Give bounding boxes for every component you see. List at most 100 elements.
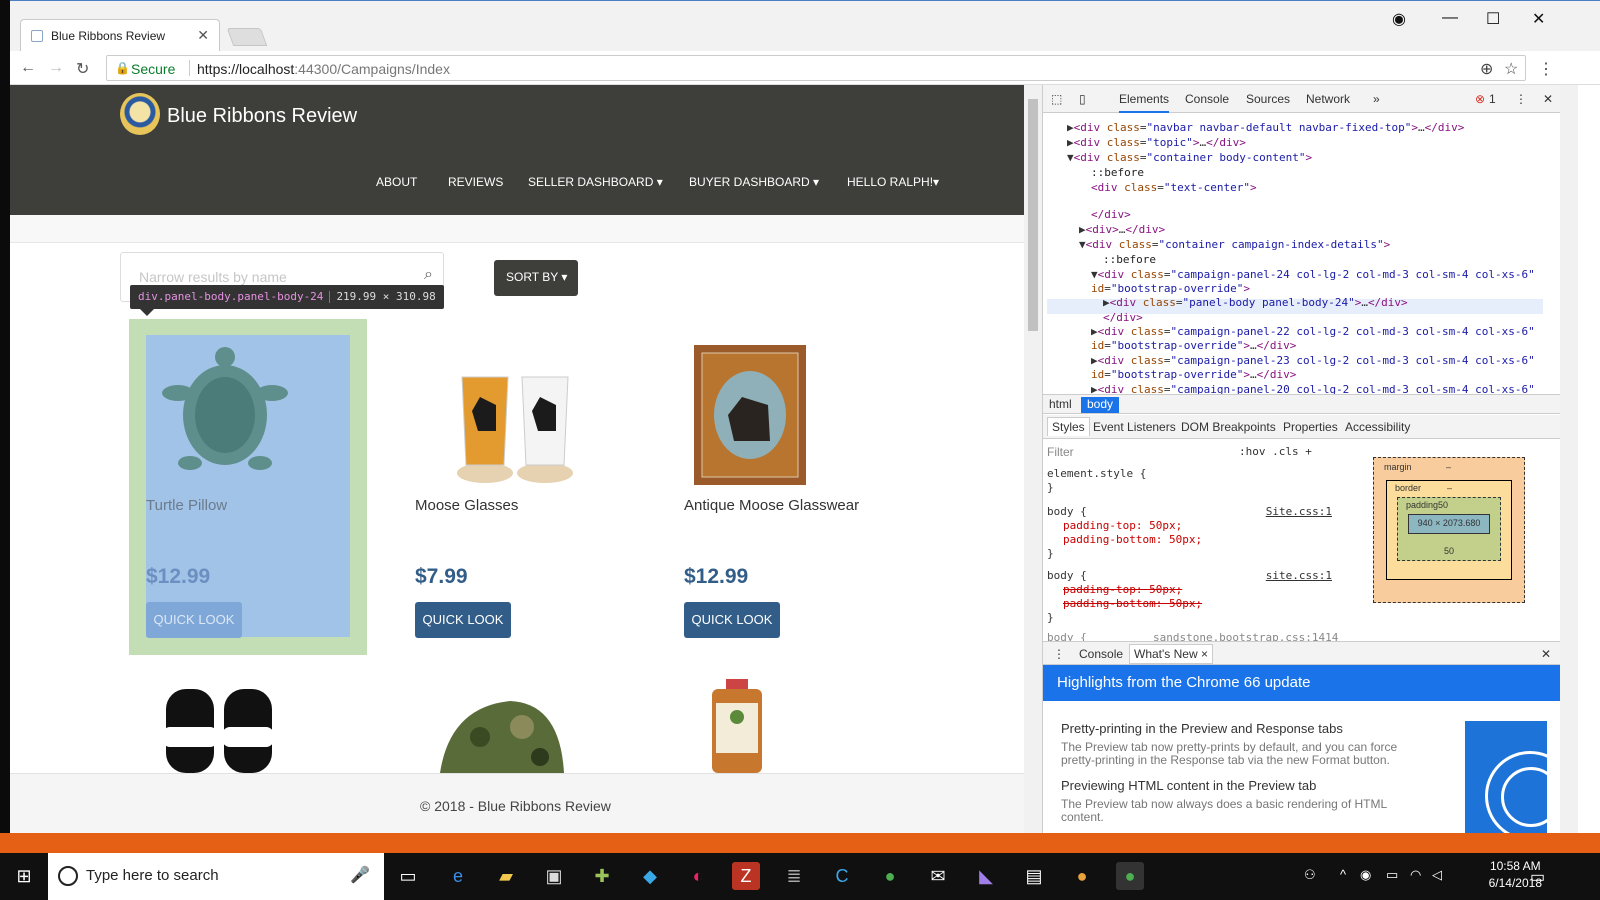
nav-hello-user[interactable]: HELLO RALPH!▾	[847, 175, 939, 189]
close-window-button[interactable]: ✕	[1532, 9, 1545, 29]
volume-icon[interactable]: ◁	[1432, 867, 1442, 883]
product-name[interactable]: Antique Moose Glasswear	[684, 497, 859, 514]
product-name[interactable]: Moose Glasses	[415, 497, 518, 514]
tab-styles[interactable]: Styles	[1047, 417, 1090, 436]
box-model-content[interactable]: 940 × 2073.680	[1408, 514, 1490, 534]
tab-network[interactable]: Network	[1306, 92, 1350, 106]
rule-property-overridden[interactable]: padding-top: 50px;	[1063, 583, 1182, 596]
tab-accessibility[interactable]: Accessibility	[1345, 420, 1410, 434]
dom-line[interactable]: </div>	[1091, 208, 1131, 221]
socks-image[interactable]	[160, 689, 280, 773]
battery-icon[interactable]: ▭	[1386, 867, 1398, 883]
people-icon[interactable]: ⚇	[1304, 867, 1316, 883]
breadcrumb-html[interactable]: html	[1043, 397, 1078, 411]
box-model-border-value[interactable]: –	[1447, 483, 1452, 493]
dom-line[interactable]: ▶<div class="navbar navbar-default navba…	[1067, 121, 1464, 134]
dom-line[interactable]: </div>	[1103, 311, 1143, 324]
camo-hat-image[interactable]	[430, 697, 570, 773]
address-bar[interactable]: 🔒 Secure https://localhost:44300/Campaig…	[106, 55, 1526, 81]
rule-element-style[interactable]: element.style {	[1047, 467, 1146, 480]
tab-elements[interactable]: Elements	[1119, 92, 1170, 113]
drawer-menu-icon[interactable]: ⋮	[1053, 647, 1065, 661]
dom-line[interactable]: <div class="text-center">	[1091, 181, 1257, 194]
nav-reviews[interactable]: REVIEWS	[448, 175, 503, 189]
show-hidden-icons[interactable]: ^	[1340, 867, 1346, 882]
dom-line[interactable]: ▶<div>…</div>	[1079, 223, 1165, 236]
notifications-icon[interactable]: ▭	[1530, 867, 1545, 887]
news-title[interactable]: Previewing HTML content in the Preview t…	[1061, 778, 1316, 793]
breadcrumb-body[interactable]: body	[1081, 397, 1120, 413]
quick-look-button[interactable]: QUICK LOOK	[415, 602, 511, 638]
dom-line[interactable]: ▶<div class="panel-body panel-body-24">……	[1103, 296, 1408, 309]
close-devtools-icon[interactable]: ✕	[1543, 92, 1553, 106]
dom-line[interactable]: ::before	[1091, 166, 1144, 179]
devtools-scrollbar[interactable]	[1560, 85, 1578, 835]
coconut-oil-image[interactable]	[708, 679, 766, 773]
profile-icon[interactable]: ◉	[1392, 9, 1406, 29]
ccleaner-icon[interactable]: C	[828, 862, 856, 890]
rule-property-overridden[interactable]: padding-bottom: 50px;	[1063, 597, 1202, 610]
close-drawer-icon[interactable]: ✕	[1541, 647, 1551, 661]
dom-line[interactable]: ▼<div class="container campaign-index-de…	[1079, 238, 1390, 251]
tray-app-icon[interactable]: ◉	[1360, 867, 1371, 883]
new-tab-button[interactable]	[226, 28, 268, 46]
start-icon[interactable]: ⊞	[10, 862, 38, 890]
microphone-icon[interactable]: 🎤	[350, 865, 370, 885]
box-model-padding-bottom[interactable]: 50	[1444, 546, 1454, 556]
dom-line[interactable]: ▼<div class="campaign-panel-24 col-lg-2 …	[1091, 268, 1535, 281]
chrome-canary-icon[interactable]: ●	[1068, 862, 1096, 890]
rule-selector[interactable]: body {	[1047, 569, 1087, 582]
tab-properties[interactable]: Properties	[1283, 420, 1338, 434]
wifi-icon[interactable]: ◠	[1410, 867, 1421, 883]
minimize-button[interactable]: —	[1442, 9, 1458, 27]
bookmark-star-icon[interactable]: ☆	[1504, 59, 1518, 79]
rule-property[interactable]: padding-bottom: 50px;	[1063, 533, 1202, 546]
forward-icon[interactable]: →	[48, 59, 64, 77]
nav-buyer-dashboard[interactable]: BUYER DASHBOARD ▾	[689, 175, 819, 189]
maximize-button[interactable]: ☐	[1486, 9, 1500, 29]
dom-line[interactable]: id="bootstrap-override">…</div>	[1091, 368, 1296, 381]
moose-glasses-image[interactable]	[450, 371, 580, 485]
back-icon[interactable]: ←	[20, 59, 36, 77]
error-icon[interactable]: ⊗	[1475, 92, 1485, 106]
brand-logo-icon[interactable]	[120, 93, 160, 135]
quick-look-button[interactable]: QUICK LOOK	[146, 602, 242, 638]
sort-by-button[interactable]: SORT BY ▾	[494, 260, 578, 296]
moose-glass-image[interactable]	[694, 345, 806, 485]
menu-icon[interactable]: ⋮	[1538, 59, 1554, 79]
chrome-active-icon[interactable]: ●	[1116, 862, 1144, 890]
visual-studio-icon[interactable]: ◣	[972, 862, 1000, 890]
tools-icon[interactable]: ✚	[588, 862, 616, 890]
dom-tree[interactable]: ▶<div class="navbar navbar-default navba…	[1043, 113, 1551, 399]
tab-console[interactable]: Console	[1185, 92, 1229, 106]
store-icon[interactable]: ▣	[540, 862, 568, 890]
close-tab-icon[interactable]: ✕	[197, 27, 209, 44]
devtools-menu-icon[interactable]: ⋮	[1515, 92, 1527, 106]
file-explorer-icon[interactable]: ▰	[492, 862, 520, 890]
dom-line[interactable]: ::before	[1103, 253, 1156, 266]
error-count[interactable]: 1	[1489, 92, 1496, 106]
rule-source-link[interactable]: site.css:1	[1266, 569, 1332, 582]
dom-line[interactable]: id="bootstrap-override">	[1091, 282, 1250, 295]
search-icon[interactable]: ⌕	[424, 266, 433, 284]
chrome-icon[interactable]: ●	[876, 862, 904, 890]
more-tabs-icon[interactable]: »	[1373, 92, 1380, 106]
box-model-margin-value[interactable]: –	[1446, 462, 1451, 472]
drawer-tab-whats-new[interactable]: What's New ×	[1129, 644, 1213, 664]
app-icon[interactable]: ◆	[636, 862, 664, 890]
rule-selector[interactable]: body {	[1047, 505, 1087, 518]
inspect-element-icon[interactable]: ⬚	[1051, 92, 1062, 106]
turtle-image[interactable]	[160, 343, 290, 483]
page-scrollbar[interactable]	[1024, 85, 1042, 835]
task-view-icon[interactable]: ▭	[394, 862, 422, 890]
dom-line[interactable]: ▶<div class="campaign-panel-22 col-lg-2 …	[1091, 325, 1535, 338]
drawer-tab-console[interactable]: Console	[1079, 647, 1123, 661]
tab-sources[interactable]: Sources	[1246, 92, 1290, 106]
tab-dom-breakpoints[interactable]: DOM Breakpoints	[1181, 420, 1276, 434]
reload-icon[interactable]: ↻	[76, 59, 89, 79]
database-icon[interactable]: ≣	[780, 862, 808, 890]
nav-about[interactable]: ABOUT	[376, 175, 417, 189]
brand-title[interactable]: Blue Ribbons Review	[167, 105, 357, 128]
nav-seller-dashboard[interactable]: SELLER DASHBOARD ▾	[528, 175, 663, 189]
dom-line[interactable]: id="bootstrap-override">…</div>	[1091, 339, 1296, 352]
